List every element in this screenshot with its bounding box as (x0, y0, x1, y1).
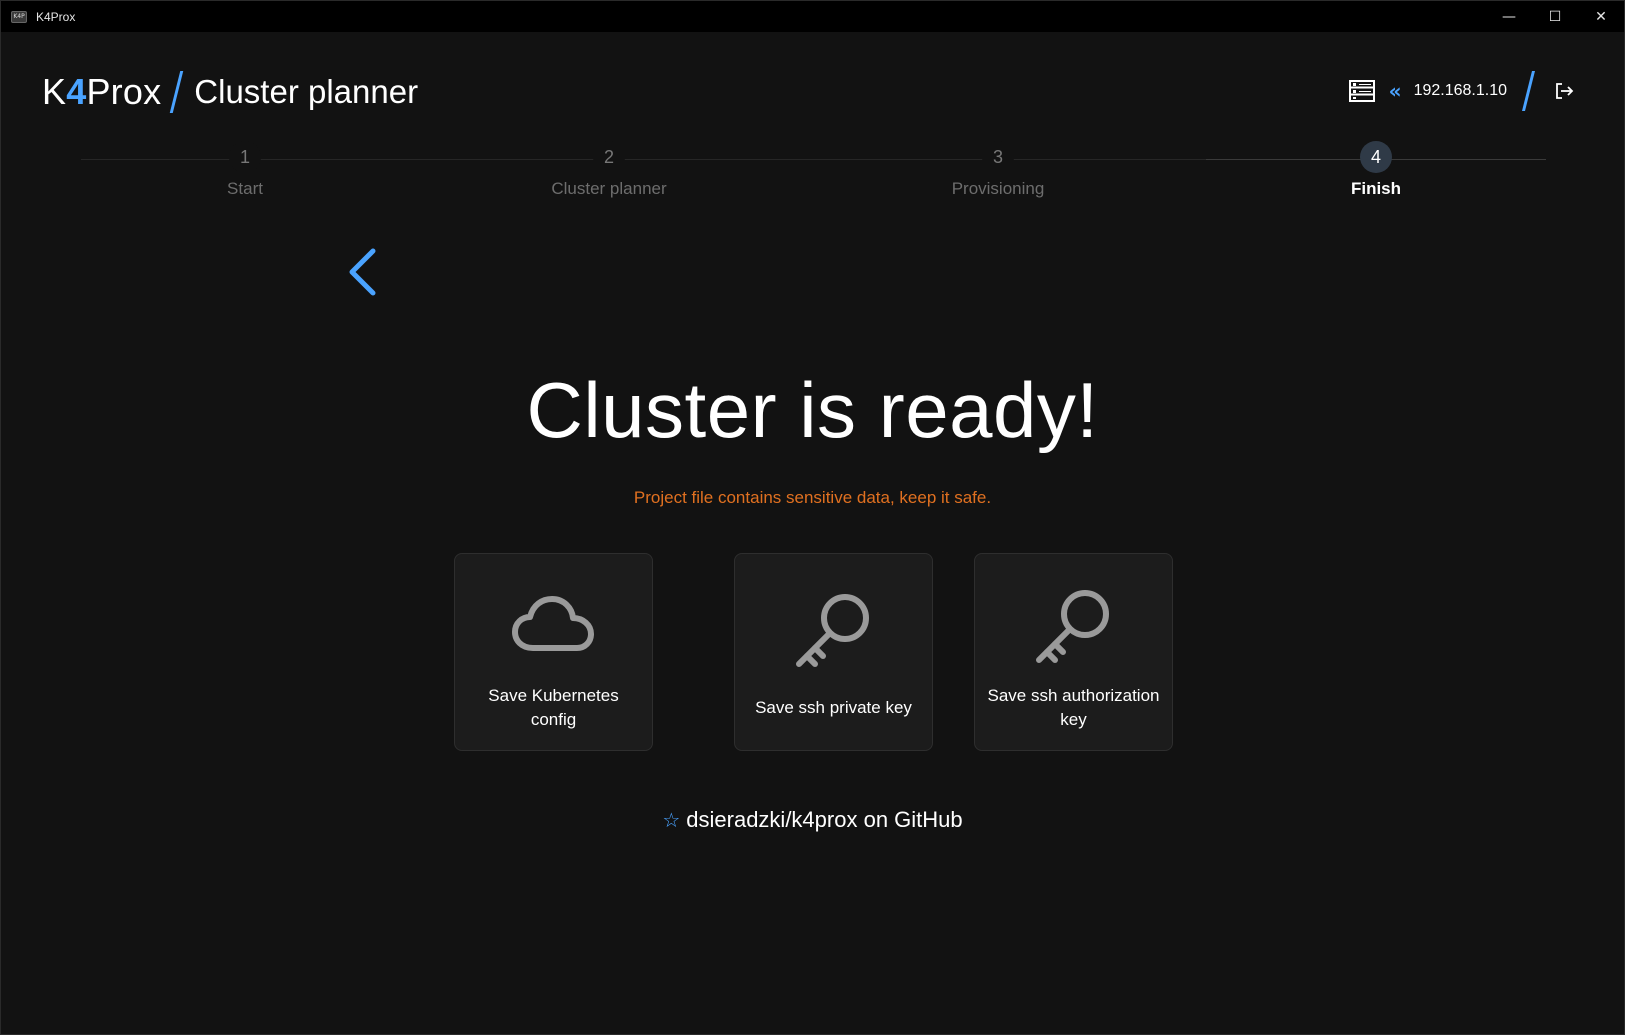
title-bar: K4P K4Prox — ☐ ✕ (1, 1, 1624, 32)
app-logo-icon: K4P (11, 10, 27, 23)
step-cluster-planner[interactable]: 2 Cluster planner (509, 141, 709, 199)
step-number: 3 (982, 141, 1014, 173)
app-window: K4P K4Prox — ☐ ✕ K4Prox Cluster planner … (0, 0, 1625, 1035)
card-label: Save Kubernetes config (488, 686, 619, 729)
step-label: Start (227, 179, 263, 198)
step-number: 2 (593, 141, 625, 173)
page-header: K4Prox Cluster planner (42, 68, 418, 116)
header-right-divider (1522, 71, 1535, 111)
step-label: Finish (1350, 179, 1402, 198)
step-number: 4 (1360, 141, 1392, 173)
warning-message: Project file contains sensitive data, ke… (633, 488, 992, 507)
github-link-row: ☆ dsieradzki/k4prox on GitHub (1, 807, 1624, 833)
star-icon: ☆ (662, 808, 681, 832)
key-icon (1035, 590, 1109, 663)
step-label: Provisioning (951, 179, 1045, 198)
brand-logo: K4Prox (42, 71, 161, 113)
success-headline: Cluster is ready! (526, 366, 1099, 454)
maximize-button[interactable]: ☐ (1532, 1, 1578, 32)
logout-icon[interactable] (1554, 81, 1574, 101)
brand-accent: 4 (66, 71, 87, 112)
host-ip: 192.168.1.10 (1413, 82, 1507, 99)
cloud-icon (511, 596, 594, 651)
brand-suffix: Prox (86, 71, 162, 112)
header-divider (170, 71, 184, 113)
card-label: Save ssh authorization key (987, 686, 1160, 729)
key-icon (795, 594, 869, 667)
step-start[interactable]: 1 Start (145, 141, 345, 199)
save-ssh-private-key-button[interactable]: Save ssh private key (734, 553, 933, 751)
step-label: Cluster planner (551, 179, 667, 198)
card-label: Save ssh private key (755, 698, 912, 717)
progress-stepper: 1 Start 2 Cluster planner 3 Provisioning… (81, 141, 1546, 211)
step-finish[interactable]: 4 Finish (1276, 141, 1476, 199)
save-kubernetes-config-button[interactable]: Save Kubernetes config (454, 553, 653, 751)
step-number: 1 (229, 141, 261, 173)
brand-prefix: K (42, 71, 67, 112)
page-title: Cluster planner (194, 73, 419, 110)
connection-info: « 192.168.1.10 (1348, 71, 1574, 111)
minimize-button[interactable]: — (1486, 1, 1532, 32)
chevron-double-left-icon: « (1388, 79, 1402, 103)
window-controls: — ☐ ✕ (1486, 1, 1624, 32)
server-icon (1348, 80, 1375, 102)
step-provisioning[interactable]: 3 Provisioning (898, 141, 1098, 199)
github-link[interactable]: dsieradzki/k4prox on GitHub (686, 807, 962, 833)
back-button[interactable] (347, 247, 377, 297)
save-ssh-authorization-key-button[interactable]: Save ssh authorization key (974, 553, 1173, 751)
close-button[interactable]: ✕ (1578, 1, 1624, 32)
window-title: K4Prox (36, 9, 76, 24)
